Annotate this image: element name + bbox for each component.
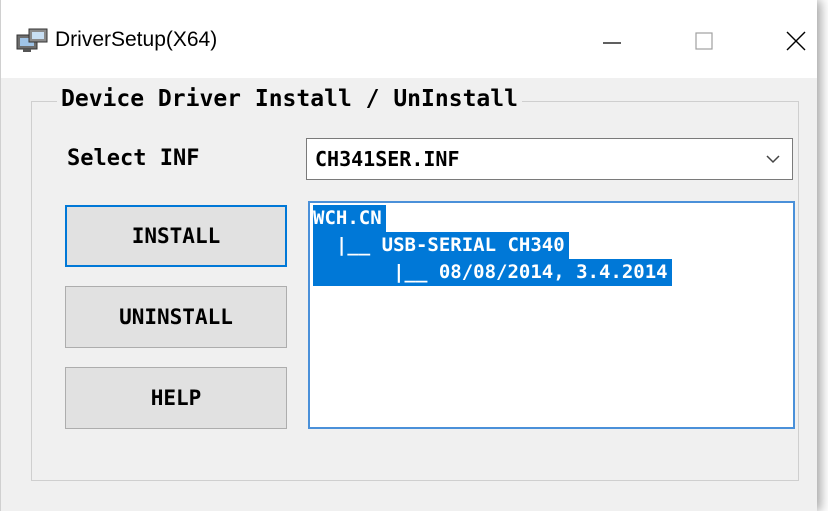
inf-selected-value: CH341SER.INF [315,147,460,171]
tree-item-vendor[interactable]: WCH.CN [313,205,386,232]
close-icon [786,31,806,51]
groupbox-title: Device Driver Install / UnInstall [57,86,522,112]
select-inf-label: Select INF [67,146,200,171]
title-bar[interactable]: DriverSetup(X64) [1,0,817,78]
close-button[interactable] [765,16,827,66]
install-button[interactable]: INSTALL [65,205,287,267]
minimize-button[interactable] [581,16,643,66]
help-button[interactable]: HELP [65,367,287,429]
driver-tree-listbox[interactable]: WCH.CN |__ USB-SERIAL CH340 |__ 08/08/20… [308,201,795,429]
driver-setup-window: DriverSetup(X64) Device Driver Install /… [0,0,817,511]
chevron-down-icon [766,155,780,164]
window-title: DriverSetup(X64) [55,28,218,51]
uninstall-button[interactable]: UNINSTALL [65,286,287,348]
minimize-icon [603,42,621,44]
tree-item-version[interactable]: |__ 08/08/2014, 3.4.2014 [313,259,672,286]
inf-select-dropdown[interactable]: CH341SER.INF [306,138,793,180]
tree-item-device[interactable]: |__ USB-SERIAL CH340 [313,232,569,259]
app-icon [15,27,49,53]
maximize-icon [695,32,713,50]
maximize-button[interactable] [673,16,735,66]
